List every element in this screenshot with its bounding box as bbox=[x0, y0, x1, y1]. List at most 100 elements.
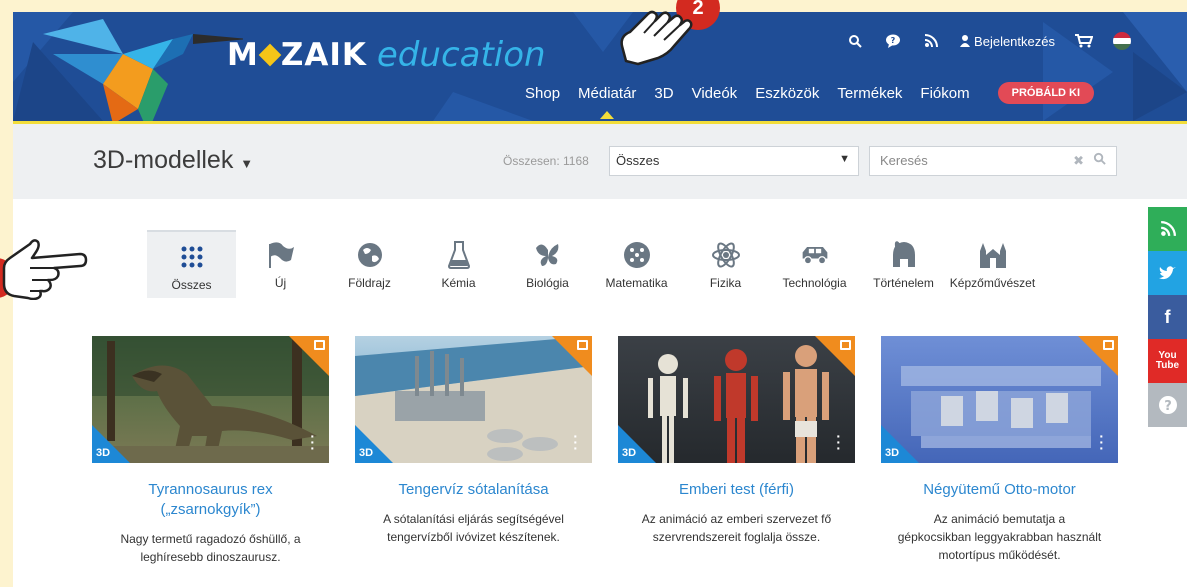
tab-label: Fizika bbox=[709, 276, 742, 290]
social-sidebar: f You Tube ? bbox=[1148, 207, 1187, 427]
nav-termekek[interactable]: Termékek bbox=[837, 85, 902, 102]
card-desc-line: Az animáció bemutatja a bbox=[933, 512, 1066, 526]
tab-fizika[interactable]: Fizika bbox=[681, 230, 770, 298]
tab-foldrajz[interactable]: Földrajz bbox=[325, 230, 414, 298]
tab-label: Képzőművészet bbox=[949, 276, 1036, 290]
card-title-line: Négyütemű Otto-motor bbox=[923, 481, 1076, 498]
model-card[interactable]: 3D · · · Tengervíz sótalanítása A sótalaní… bbox=[355, 336, 592, 546]
card-desc-line: Nagy termetű ragadozó őshüllő, a bbox=[120, 532, 301, 546]
user-icon bbox=[960, 35, 971, 47]
card-desc-line: leghíresebb dinoszaurusz. bbox=[140, 550, 281, 564]
category-select[interactable]: Összes ▼ bbox=[609, 146, 859, 176]
search-field-icon[interactable] bbox=[1093, 152, 1106, 168]
3d-badge: 3D bbox=[622, 447, 637, 459]
nav-videok[interactable]: Videók bbox=[692, 85, 738, 102]
login-label: Bejelentkezés bbox=[974, 33, 1055, 49]
helmet-icon bbox=[889, 240, 919, 270]
facebook-icon[interactable]: f bbox=[1148, 295, 1187, 339]
nav-shop[interactable]: Shop bbox=[525, 85, 560, 102]
nav-eszkozok[interactable]: Eszközök bbox=[755, 85, 819, 102]
tab-label: Matematika bbox=[605, 276, 668, 290]
pointing-hand-icon bbox=[620, 10, 693, 66]
tab-label: Technológia bbox=[782, 276, 847, 290]
car-icon bbox=[800, 240, 830, 270]
tab-label: Összes bbox=[171, 278, 212, 292]
search-placeholder: Keresés bbox=[880, 153, 928, 168]
help-icon[interactable]: ? bbox=[1148, 383, 1187, 427]
youtube-icon[interactable]: You Tube bbox=[1148, 339, 1187, 383]
tab-kepzomuveszet[interactable]: Képzőművészet bbox=[948, 230, 1037, 298]
butterfly-icon bbox=[533, 240, 563, 270]
tab-label: Kémia bbox=[441, 276, 476, 290]
card-desc-line: motortípus működését. bbox=[938, 548, 1061, 562]
flask-icon bbox=[444, 240, 474, 270]
thumbnail-image[interactable]: 3D · · · bbox=[92, 336, 329, 463]
tab-technologia[interactable]: Technológia bbox=[770, 230, 859, 298]
rss-share-icon[interactable] bbox=[1148, 207, 1187, 251]
card-desc-line: Az animáció az emberi szervezet fő bbox=[641, 512, 832, 526]
card-title[interactable]: Emberi test (férfi) bbox=[618, 480, 855, 500]
card-title[interactable]: Tyrannosaurus rex („zsarnokgyík”) bbox=[92, 480, 329, 520]
nav-fiokom[interactable]: Fiókom bbox=[920, 85, 969, 102]
thumbnail-image[interactable]: 3D · · · bbox=[355, 336, 592, 463]
card-desc-line: A sótalanítási eljárás segítségével bbox=[383, 512, 564, 526]
card-title[interactable]: Tengervíz sótalanítása bbox=[355, 480, 592, 500]
card-description: Az animáció az emberi szervezet fő szerv… bbox=[618, 510, 855, 546]
page-title[interactable]: 3D-modellek ▼ bbox=[93, 146, 253, 175]
thumbnail-image[interactable]: 3D · · · bbox=[881, 336, 1118, 463]
gift-icon bbox=[577, 340, 588, 350]
more-options-icon[interactable]: · · · bbox=[573, 429, 578, 455]
chat-icon[interactable]: ? bbox=[884, 32, 902, 50]
more-options-icon[interactable]: · · · bbox=[836, 429, 841, 455]
search-input[interactable]: Keresés ✖ bbox=[869, 146, 1117, 176]
rss-icon[interactable] bbox=[922, 32, 940, 50]
page-title-text: 3D-modellek bbox=[93, 146, 234, 174]
tab-osszes[interactable]: Összes bbox=[147, 230, 236, 298]
dice-icon bbox=[622, 240, 652, 270]
logo-diamond-icon bbox=[258, 43, 282, 67]
tab-matematika[interactable]: Matematika bbox=[592, 230, 681, 298]
thumbnail-image[interactable]: 3D · · · bbox=[618, 336, 855, 463]
twitter-icon[interactable] bbox=[1148, 251, 1187, 295]
hungarian-flag-icon[interactable] bbox=[1113, 32, 1131, 50]
svg-text:?: ? bbox=[891, 36, 896, 45]
card-title[interactable]: Négyütemű Otto-motor bbox=[881, 480, 1118, 500]
card-desc-line: gépkocsikban leggyakrabban használt bbox=[897, 530, 1102, 544]
tab-uj[interactable]: Új bbox=[236, 230, 325, 298]
tab-tortenelem[interactable]: Történelem bbox=[859, 230, 948, 298]
more-options-icon[interactable]: · · · bbox=[310, 429, 315, 455]
tab-label: Földrajz bbox=[348, 276, 391, 290]
chevron-down-icon: ▼ bbox=[839, 153, 850, 165]
tab-label: Biológia bbox=[526, 276, 569, 290]
more-options-icon[interactable]: · · · bbox=[1099, 429, 1104, 455]
tab-kemia[interactable]: Kémia bbox=[414, 230, 503, 298]
login-link[interactable]: Bejelentkezés bbox=[960, 34, 1055, 49]
3d-badge: 3D bbox=[96, 447, 111, 459]
main-nav: Shop Médiatár 3D Videók Eszközök Terméke… bbox=[525, 82, 1095, 119]
clear-icon[interactable]: ✖ bbox=[1073, 153, 1084, 169]
browser-page: M ZAIK education ? Bejelentkezés Shop Mé… bbox=[13, 12, 1187, 587]
card-description: Nagy termetű ragadozó őshüllő, a leghíre… bbox=[92, 530, 329, 566]
card-title-line: („zsarnokgyík”) bbox=[160, 501, 261, 518]
cart-icon[interactable] bbox=[1075, 32, 1093, 50]
category-tabs: Összes Új Földrajz Kémia Biológia Matema… bbox=[147, 230, 1037, 298]
tab-biologia[interactable]: Biológia bbox=[503, 230, 592, 298]
globe-icon bbox=[355, 240, 385, 270]
model-card[interactable]: 3D · · · Négyütemű Otto-motor Az animáció … bbox=[881, 336, 1118, 564]
total-count: Összesen: 1168 bbox=[503, 154, 589, 168]
tab-label: Új bbox=[274, 276, 287, 290]
card-description: Az animáció bemutatja a gépkocsikban leg… bbox=[881, 510, 1118, 564]
logo-text-education: education bbox=[376, 35, 546, 75]
search-icon[interactable] bbox=[846, 32, 864, 50]
kingfisher-logo-icon bbox=[43, 19, 243, 121]
cathedral-icon bbox=[978, 240, 1008, 270]
model-card[interactable]: 3D · · · Emberi test (férfi) Az animáció a… bbox=[618, 336, 855, 546]
nav-3d[interactable]: 3D bbox=[654, 85, 673, 102]
model-card[interactable]: 3D · · · Tyrannosaurus rex („zsarnokgyík”)… bbox=[92, 336, 329, 566]
atom-icon bbox=[711, 240, 741, 270]
mozaik-logo[interactable]: M ZAIK education bbox=[227, 30, 546, 80]
nav-mediatar[interactable]: Médiatár bbox=[578, 85, 636, 119]
3d-badge: 3D bbox=[885, 447, 900, 459]
tab-label: Történelem bbox=[873, 276, 934, 290]
try-button[interactable]: PRÓBÁLD KI bbox=[997, 82, 1095, 104]
